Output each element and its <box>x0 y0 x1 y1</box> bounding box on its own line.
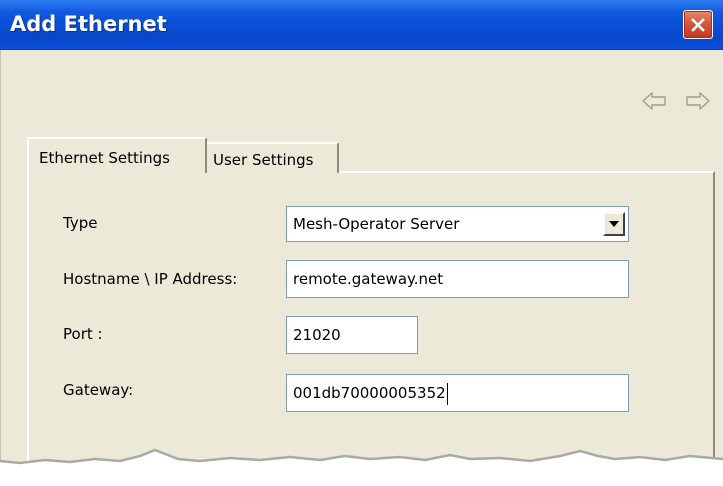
dropdown-button[interactable] <box>603 212 625 236</box>
hostname-input[interactable]: remote.gateway.net <box>286 260 629 298</box>
tab-ethernet-settings-label: Ethernet Settings <box>39 149 170 167</box>
dialog-title: Add Ethernet <box>10 12 167 36</box>
chevron-down-icon <box>609 221 619 227</box>
close-button[interactable] <box>683 10 713 39</box>
hostname-label: Hostname \ IP Address: <box>63 270 238 288</box>
type-label: Type <box>63 214 98 232</box>
hostname-value: remote.gateway.net <box>293 270 444 288</box>
add-ethernet-dialog: Add Ethernet Ethernet Settings User Sett… <box>0 0 723 486</box>
torn-edge <box>0 448 723 486</box>
tab-ethernet-settings[interactable]: Ethernet Settings <box>27 137 207 173</box>
port-label: Port : <box>63 325 103 343</box>
close-icon <box>690 17 706 33</box>
gateway-input[interactable]: 001db70000005352 <box>286 374 629 412</box>
arrow-right-icon[interactable] <box>685 90 711 112</box>
type-select-value: Mesh-Operator Server <box>293 215 460 233</box>
tab-user-settings[interactable]: User Settings <box>207 142 339 173</box>
type-select[interactable]: Mesh-Operator Server <box>286 206 629 242</box>
navigation-arrows <box>641 90 717 112</box>
tab-user-settings-label: User Settings <box>213 151 314 169</box>
port-value: 21020 <box>293 326 341 344</box>
gateway-value: 001db70000005352 <box>293 384 446 402</box>
port-input[interactable]: 21020 <box>286 316 418 354</box>
gateway-label: Gateway: <box>63 381 134 399</box>
title-bar[interactable]: Add Ethernet <box>0 0 723 50</box>
arrow-left-icon[interactable] <box>641 90 667 112</box>
text-cursor <box>446 382 448 405</box>
